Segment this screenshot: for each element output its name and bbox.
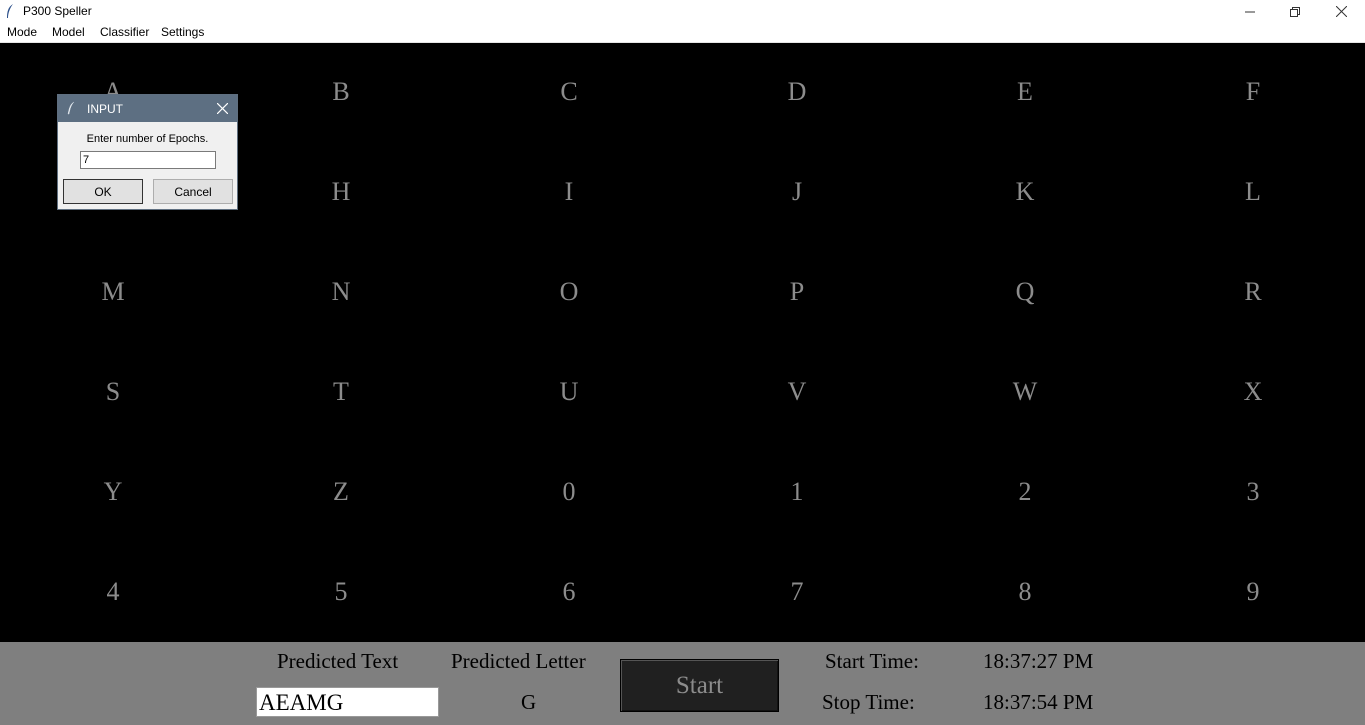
grid-cell: 6: [562, 577, 576, 606]
grid-cell: B: [332, 77, 350, 106]
title-bar: P300 Speller: [0, 0, 1365, 23]
grid-cell: N: [331, 277, 351, 306]
grid-cell: U: [559, 377, 579, 406]
start-button[interactable]: Start: [620, 659, 779, 712]
predicted-letter-value: G: [521, 690, 537, 714]
dialog-prompt: Enter number of Epochs.: [86, 133, 209, 145]
ok-button[interactable]: OK: [63, 179, 143, 204]
grid-cell: L: [1245, 177, 1261, 206]
grid-cell: 1: [790, 477, 804, 506]
start-time-value: 18:37:27 PM: [983, 649, 1094, 673]
epochs-input[interactable]: [80, 151, 216, 169]
feather-icon: [67, 101, 75, 115]
predicted-text-label: Predicted Text: [277, 649, 399, 673]
dialog-title: INPUT: [87, 102, 123, 116]
predicted-text-field[interactable]: AEAMG: [256, 687, 439, 717]
control-panel: Predicted Text AEAMG Predicted Letter G …: [0, 642, 1365, 725]
close-icon: [1335, 6, 1347, 17]
grid-cell: T: [333, 377, 349, 406]
grid-cell: F: [1245, 77, 1261, 106]
predicted-letter-label: Predicted Letter: [451, 649, 586, 673]
grid-cell: R: [1244, 277, 1262, 306]
menu-mode[interactable]: Mode: [7, 25, 37, 39]
grid-cell: V: [787, 377, 807, 406]
grid-cell: J: [791, 177, 803, 206]
grid-cell: 7: [790, 577, 804, 606]
grid-cell: S: [105, 377, 121, 406]
grid-cell: 3: [1246, 477, 1260, 506]
grid-cell: 9: [1246, 577, 1260, 606]
grid-cell: K: [1015, 177, 1035, 206]
menu-model[interactable]: Model: [52, 25, 85, 39]
feather-icon: [7, 4, 13, 18]
grid-cell: Q: [1015, 277, 1035, 306]
menu-settings[interactable]: Settings: [161, 25, 204, 39]
menu-classifier[interactable]: Classifier: [100, 25, 149, 39]
epochs-input-dialog: INPUT Enter number of Epochs. OK Cancel: [57, 94, 238, 210]
window-title: P300 Speller: [23, 4, 92, 18]
grid-cell: 8: [1018, 577, 1032, 606]
cancel-button[interactable]: Cancel: [153, 179, 233, 204]
grid-cell: Z: [333, 477, 349, 506]
stop-time-value: 18:37:54 PM: [983, 690, 1094, 714]
grid-cell: D: [787, 77, 807, 106]
grid-cell: 2: [1018, 477, 1032, 506]
menu-bar: Mode Model Classifier Settings: [0, 23, 1365, 43]
grid-cell: H: [331, 177, 351, 206]
grid-cell: E: [1017, 77, 1033, 106]
grid-cell: P: [789, 277, 805, 306]
grid-cell: M: [101, 277, 125, 306]
grid-cell: I: [564, 177, 574, 206]
grid-cell: O: [559, 277, 579, 306]
minimize-button[interactable]: [1227, 0, 1273, 23]
restore-button[interactable]: [1272, 0, 1318, 23]
minimize-icon: [1245, 11, 1255, 12]
restore-icon: [1290, 6, 1300, 17]
start-time-label: Start Time:: [825, 649, 919, 673]
grid-cell: C: [560, 77, 578, 106]
close-button[interactable]: [1318, 0, 1364, 23]
grid-cell: X: [1243, 377, 1263, 406]
grid-cell: 0: [562, 477, 576, 506]
dialog-close-button[interactable]: [214, 100, 230, 116]
close-icon: [216, 102, 228, 114]
stop-time-label: Stop Time:: [822, 690, 915, 714]
dialog-title-bar[interactable]: INPUT: [58, 95, 237, 122]
grid-cell: 5: [334, 577, 348, 606]
grid-cell: 4: [106, 577, 120, 606]
grid-cell: Y: [103, 477, 123, 506]
grid-cell: W: [1012, 377, 1038, 406]
